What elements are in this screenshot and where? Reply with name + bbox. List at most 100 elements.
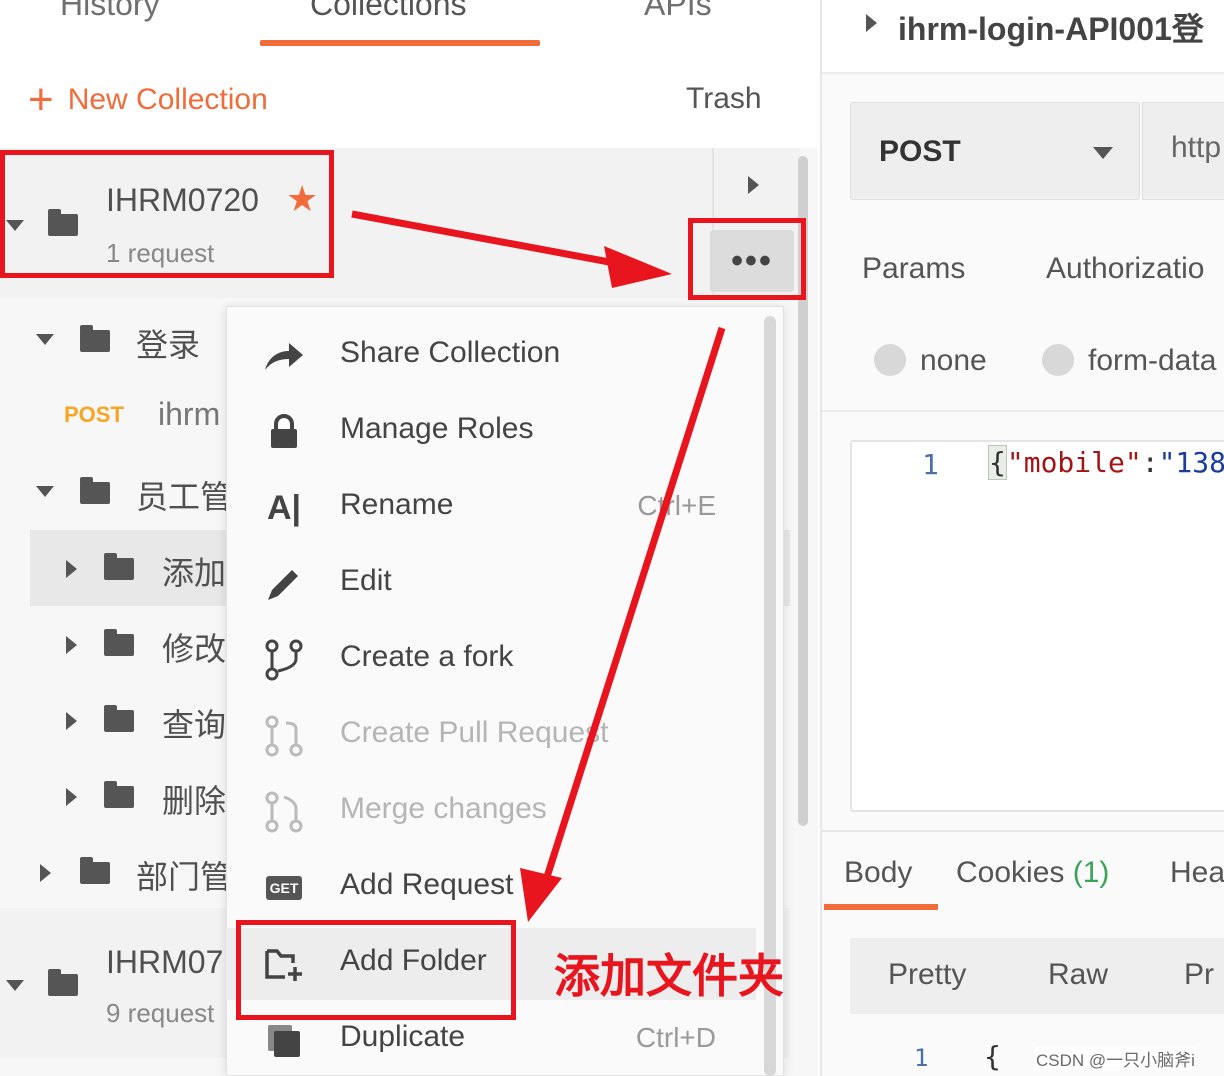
caret-right-icon[interactable]	[40, 864, 51, 882]
tree-folder-label: 修改	[162, 631, 227, 667]
request-title[interactable]: ihrm-login-API001登	[898, 4, 1204, 50]
tree-folder-label: 查询	[162, 707, 227, 743]
response-line-number: 1	[914, 1044, 929, 1072]
menu-item-label: Share Collection	[340, 336, 561, 369]
collection-request-count: 9 request	[106, 998, 215, 1028]
annotation-box-add-folder	[236, 920, 516, 1020]
request-title-bar: ihrm-login-API001登	[822, 0, 1224, 74]
cookies-count: (1)	[1072, 856, 1110, 889]
annotation-box-collection	[0, 150, 334, 278]
menu-item-manage-roles[interactable]: Manage Roles	[226, 396, 756, 468]
trash-button[interactable]: Trash	[686, 82, 762, 116]
folder-icon	[104, 629, 134, 656]
request-panel: ihrm-login-API001登 POST http Params Auth…	[820, 0, 1224, 1076]
post-method-badge: POST	[64, 402, 124, 427]
chevron-down-icon	[1093, 147, 1113, 159]
method-select[interactable]: POST	[850, 102, 1140, 200]
lock-icon	[262, 410, 306, 454]
format-preview[interactable]: Pr	[1184, 958, 1214, 992]
folder-icon	[104, 553, 134, 580]
menu-item-rename[interactable]: A| Rename Ctrl+E	[226, 472, 756, 544]
tab-authorization[interactable]: Authorizatio	[1046, 252, 1204, 286]
rename-shortcut: Ctrl+E	[637, 490, 716, 521]
response-format-bar: Pretty Raw Pr	[850, 938, 1224, 1014]
tab-cookies[interactable]: Cookies (1)	[956, 856, 1109, 890]
collections-toolbar: + New Collection Trash	[0, 60, 818, 148]
tab-apis[interactable]: APIs	[644, 0, 712, 23]
folder-icon	[80, 857, 110, 884]
caret-right-icon[interactable]	[66, 560, 77, 578]
caret-down-icon[interactable]	[36, 334, 54, 345]
duplicate-icon	[262, 1018, 306, 1062]
pencil-icon	[262, 562, 306, 606]
folder-icon	[104, 705, 134, 732]
menu-item-edit[interactable]: Edit	[226, 548, 756, 620]
menu-item-share-collection[interactable]: Share Collection	[226, 320, 756, 392]
fork-icon	[262, 638, 306, 682]
sidebar-tabs: History Collections APIs	[0, 0, 818, 60]
tab-headers[interactable]: Hea	[1170, 856, 1224, 890]
tree-folder-label: 登录	[136, 327, 201, 363]
annotation-label: 添加文件夹	[554, 949, 784, 1003]
code-line: {"mobile":"138	[988, 445, 1224, 480]
caret-right-icon[interactable]	[66, 712, 77, 730]
tab-collections[interactable]: Collections	[310, 0, 467, 23]
code-key: "mobile"	[1006, 446, 1142, 479]
folder-icon	[104, 781, 134, 808]
radio-form-data[interactable]	[1042, 344, 1074, 376]
active-tab-indicator	[824, 904, 938, 910]
url-value: http	[1171, 131, 1222, 164]
pull-request-icon	[262, 714, 306, 758]
radio-form-data-label: form-data	[1088, 344, 1217, 377]
tree-folder-label: 部门管	[136, 859, 233, 895]
get-badge: GET	[265, 876, 303, 900]
caret-right-icon[interactable]	[66, 788, 77, 806]
share-icon	[262, 334, 306, 378]
tab-history[interactable]: History	[60, 0, 160, 23]
menu-item-merge-changes[interactable]: Merge changes	[226, 776, 756, 848]
menu-item-label: Rename	[340, 488, 454, 521]
menu-item-label: Edit	[340, 564, 392, 597]
folder-icon	[80, 325, 110, 352]
expand-panel-arrow-icon[interactable]	[748, 176, 759, 194]
tab-params[interactable]: Params	[862, 252, 965, 286]
menu-item-create-pull-request[interactable]: Create Pull Request	[226, 700, 756, 772]
annotation-box-more-button	[688, 218, 806, 300]
merge-icon	[262, 790, 306, 834]
get-request-icon: GET	[262, 866, 306, 910]
menu-item-label: Add Request	[340, 868, 514, 901]
divider	[822, 410, 1224, 412]
tree-folder-label: 员工管	[136, 479, 233, 515]
caret-right-icon[interactable]	[66, 636, 77, 654]
radio-none[interactable]	[874, 344, 906, 376]
tab-response-body[interactable]: Body	[844, 856, 912, 890]
folder-icon	[80, 477, 110, 504]
collapse-caret-icon[interactable]	[6, 980, 24, 991]
collection-folder-icon	[48, 969, 78, 996]
tree-folder-label: 删除	[162, 783, 227, 819]
menu-item-label: Manage Roles	[340, 412, 534, 445]
menu-item-label: Merge changes	[340, 792, 547, 825]
active-tab-indicator	[260, 40, 540, 46]
format-raw[interactable]: Raw	[1048, 958, 1108, 992]
new-collection-label: New Collection	[67, 83, 268, 116]
menu-item-create-fork[interactable]: Create a fork	[226, 624, 756, 696]
radio-none-label: none	[920, 344, 987, 377]
line-number: 1	[922, 448, 939, 481]
divider	[822, 830, 1224, 832]
duplicate-shortcut: Ctrl+D	[635, 1022, 716, 1053]
collection-name: IHRM07	[106, 944, 224, 980]
format-pretty[interactable]: Pretty	[888, 958, 966, 992]
new-collection-button[interactable]: + New Collection	[28, 78, 268, 122]
cookies-label: Cookies	[956, 856, 1065, 889]
request-name: ihrm	[158, 396, 221, 432]
body-editor[interactable]: 1 {"mobile":"138	[850, 440, 1224, 812]
url-input[interactable]: http	[1142, 102, 1224, 200]
title-caret-icon[interactable]	[866, 14, 877, 32]
caret-down-icon[interactable]	[36, 486, 54, 497]
menu-item-add-request[interactable]: GET Add Request	[226, 852, 756, 924]
code-value: "138	[1158, 446, 1224, 479]
tree-folder-label: 添加	[162, 555, 227, 591]
menu-item-label: Create Pull Request	[340, 716, 609, 749]
method-value: POST	[879, 135, 961, 168]
